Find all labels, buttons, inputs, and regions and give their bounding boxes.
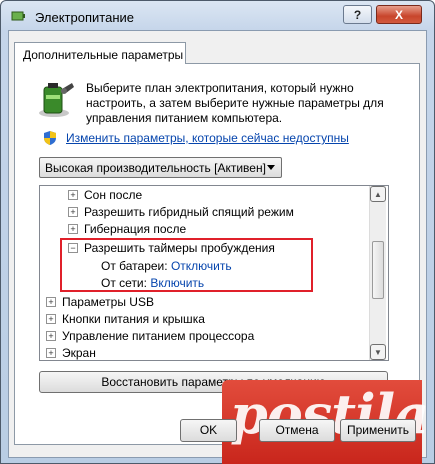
tree-item-processor-power[interactable]: + Управление питанием процессора [46,328,254,345]
cancel-button[interactable]: Отмена [259,419,335,442]
tree-item-hibernate-after[interactable]: + Гибернация после [68,221,186,238]
expand-icon[interactable]: + [68,189,78,200]
close-button[interactable]: X [376,5,422,24]
scroll-up-icon[interactable]: ▲ [370,186,386,202]
expand-icon[interactable]: + [46,296,56,307]
change-unavailable-settings-link[interactable]: Изменить параметры, которые сейчас недос… [66,131,349,145]
title-bar[interactable]: Электропитание ? X [1,1,434,31]
power-plan-select[interactable]: Высокая производительность [Активен] [39,157,282,178]
window-title: Электропитание [35,10,134,25]
scroll-down-icon[interactable]: ▼ [370,344,386,360]
tab-advanced-settings[interactable]: Дополнительные параметры [14,42,186,64]
expand-icon[interactable]: + [46,313,56,324]
uac-shield-icon [44,131,56,145]
help-button[interactable]: ? [343,5,372,24]
intro-text: Выберите план электропитания, который ну… [86,81,384,125]
tree-item-sleep-after[interactable]: + Сон после [68,187,142,204]
ok-button[interactable]: OK [180,419,237,442]
expand-icon[interactable]: + [46,347,56,358]
expand-icon[interactable]: + [68,206,78,217]
tree-item-power-buttons-lid[interactable]: + Кнопки питания и крышка [46,311,205,328]
scroll-thumb[interactable] [372,241,384,299]
expand-icon[interactable]: + [46,330,56,341]
highlight-annotation [60,238,313,292]
tree-item-display[interactable]: + Экран [46,345,96,362]
battery-plug-icon [11,11,25,21]
tree-scrollbar[interactable]: ▲ ▼ [369,186,386,360]
tree-item-hybrid-sleep[interactable]: + Разрешить гибридный спящий режим [68,204,294,221]
apply-button[interactable]: Применить [340,419,416,442]
chevron-down-icon [267,165,275,170]
power-plan-value: Высокая производительность [Активен] [45,161,266,175]
tree-item-usb-settings[interactable]: + Параметры USB [46,294,154,311]
expand-icon[interactable]: + [68,223,78,234]
battery-settings-icon [39,83,74,117]
